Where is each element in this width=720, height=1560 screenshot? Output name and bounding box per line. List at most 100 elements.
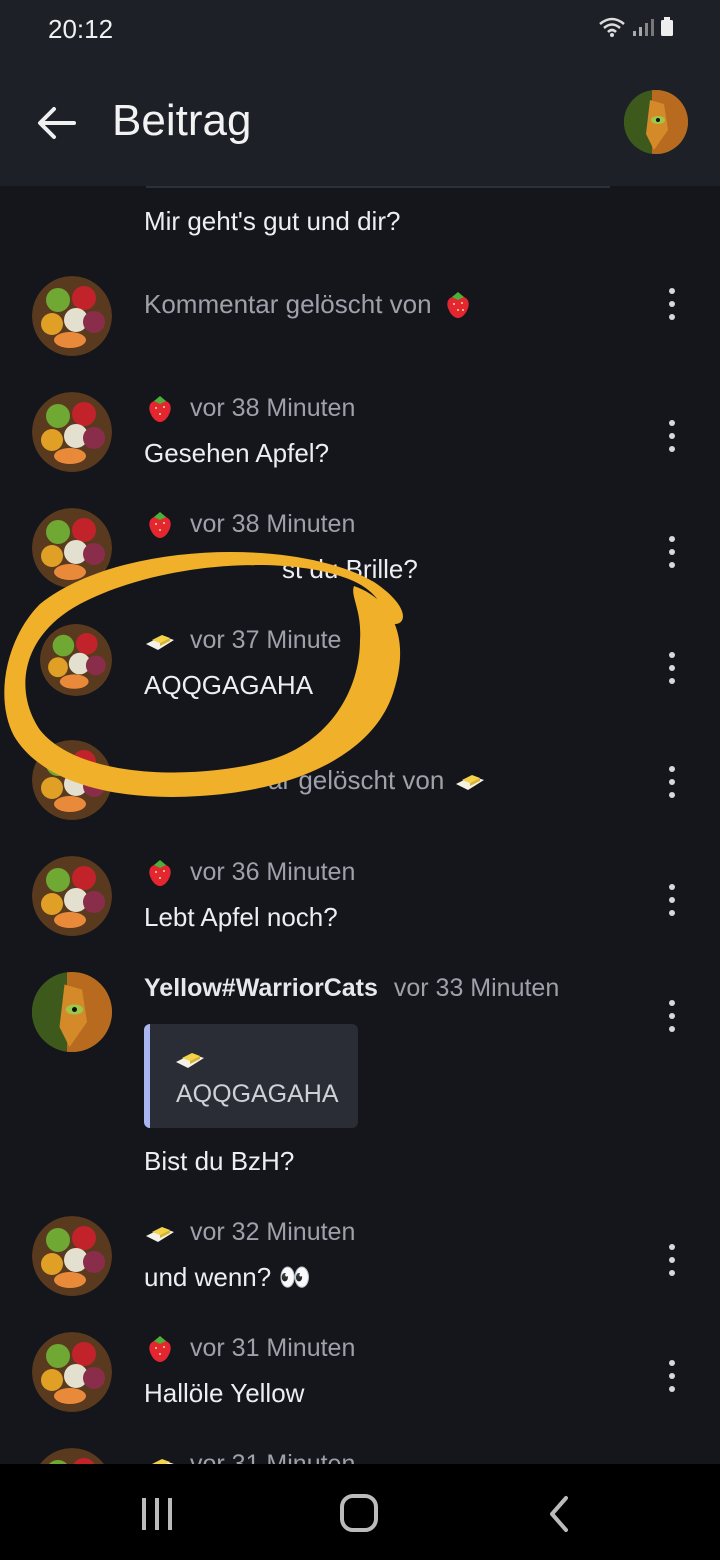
comment-text: und wenn? 👀 <box>144 1262 311 1292</box>
dot <box>669 1270 675 1276</box>
comment-time: vor 37 Minute <box>190 625 342 654</box>
comment-feed[interactable]: Mir geht's gut und dir? Kommentar gelösc… <box>0 186 720 1464</box>
comment-text: st du Brille? <box>282 554 418 584</box>
comment-meta: vor 31 Minuten <box>144 1444 355 1464</box>
app-bar: Beitrag <box>0 60 720 186</box>
dot <box>669 420 675 426</box>
back-nav-button[interactable] <box>536 1492 586 1536</box>
wifi-icon <box>599 17 625 37</box>
dot <box>669 884 675 890</box>
comment-text: Gesehen Apfel? <box>144 438 330 468</box>
dot <box>669 1360 675 1366</box>
comment-time: vor 31 Minuten <box>190 1449 356 1465</box>
avatar[interactable] <box>32 1216 112 1296</box>
strawberry-icon <box>149 1336 171 1362</box>
deleted-notice: Kommentar gelöscht von <box>144 284 474 324</box>
strawberry-icon <box>149 512 171 538</box>
comment-time: vor 32 Minuten <box>190 1217 356 1246</box>
comment-meta: vor 31 Minuten <box>144 1328 355 1368</box>
avatar[interactable] <box>32 856 112 936</box>
chevron-left-icon <box>550 1496 568 1532</box>
battery-icon <box>661 17 673 36</box>
more-options-button[interactable] <box>660 284 684 324</box>
comment-meta: vor 37 Minute <box>144 620 341 660</box>
more-options-button[interactable] <box>660 532 684 572</box>
comment-meta: vor 32 Minuten <box>144 1212 355 1252</box>
quote-bar <box>144 1024 150 1128</box>
dot <box>669 1373 675 1379</box>
avatar[interactable] <box>32 740 112 820</box>
avatar[interactable] <box>32 276 112 356</box>
comment-time: vor 33 Minuten <box>393 973 560 1002</box>
fruit-avatar-image <box>32 392 112 472</box>
butter-icon <box>456 775 485 790</box>
dot <box>669 562 675 568</box>
avatar[interactable] <box>32 972 112 1052</box>
avatar[interactable] <box>32 392 112 472</box>
more-options-button[interactable] <box>660 1240 684 1280</box>
fruit-avatar-image <box>32 1332 112 1412</box>
fruit-avatar-image <box>40 624 112 696</box>
more-options-button[interactable] <box>660 996 684 1036</box>
dot <box>669 665 675 671</box>
dot <box>669 897 675 903</box>
fruit-avatar-image <box>32 508 112 588</box>
deleted-label: Kommentar gelöscht von <box>144 288 432 319</box>
dot <box>669 1026 675 1032</box>
comment-text: Hallöle Yellow <box>144 1378 305 1408</box>
dot <box>669 652 675 658</box>
cat-avatar-image <box>624 90 688 154</box>
butter-icon <box>146 635 174 650</box>
dot <box>669 779 675 785</box>
fruit-avatar-image <box>40 1448 104 1464</box>
dot <box>669 1257 675 1263</box>
dot <box>669 549 675 555</box>
more-options-button[interactable] <box>660 416 684 456</box>
home-button[interactable] <box>334 1492 384 1536</box>
dot <box>669 288 675 294</box>
avatar[interactable] <box>32 508 112 588</box>
cat-avatar-image <box>32 972 112 1052</box>
dot <box>669 446 675 452</box>
arrow-left-icon <box>38 107 76 139</box>
more-options-button[interactable] <box>660 880 684 920</box>
butter-icon <box>152 1459 174 1464</box>
dot <box>669 1244 675 1250</box>
comment-meta: vor 38 Minuten <box>144 504 355 544</box>
more-options-button[interactable] <box>660 648 684 688</box>
dot <box>669 301 675 307</box>
comment-time: vor 38 Minuten <box>190 393 356 422</box>
more-options-button[interactable] <box>660 762 684 802</box>
strawberry-icon <box>149 396 171 422</box>
back-button[interactable] <box>30 100 82 146</box>
comment-text: AQQGAGAHA <box>144 670 314 700</box>
dot <box>669 1000 675 1006</box>
fruit-avatar-image <box>32 856 112 936</box>
profile-avatar[interactable] <box>624 90 688 154</box>
avatar[interactable] <box>32 1448 112 1464</box>
deleted-label: ar gelöscht von <box>268 764 445 795</box>
fruit-avatar-image <box>32 1216 112 1296</box>
comment-author[interactable]: Yellow#WarriorCats <box>144 974 378 1003</box>
dot <box>669 678 675 684</box>
more-options-button[interactable] <box>660 1356 684 1396</box>
status-icons <box>598 16 674 38</box>
signal-icon <box>633 19 654 36</box>
comment-meta: vor 36 Minuten <box>144 852 355 892</box>
dot <box>669 433 675 439</box>
recent-apps-button[interactable] <box>132 1492 182 1536</box>
fruit-avatar-image <box>32 740 112 820</box>
fruit-avatar-image <box>32 276 112 356</box>
butter-icon <box>146 1227 174 1242</box>
comment-meta: vor 38 Minuten <box>144 388 355 428</box>
dot <box>669 536 675 542</box>
avatar[interactable] <box>32 1332 112 1412</box>
quoted-comment[interactable]: AQQGAGAHA <box>144 1024 358 1128</box>
dot <box>669 910 675 916</box>
comment-text: Bist du BzH? <box>144 1146 295 1176</box>
system-nav-bar <box>0 1464 720 1560</box>
comment-time: vor 38 Minuten <box>190 509 356 538</box>
comment-meta: Yellow#WarriorCats vor 33 Minuten <box>144 968 559 1008</box>
dot <box>669 766 675 772</box>
avatar[interactable] <box>40 624 112 696</box>
